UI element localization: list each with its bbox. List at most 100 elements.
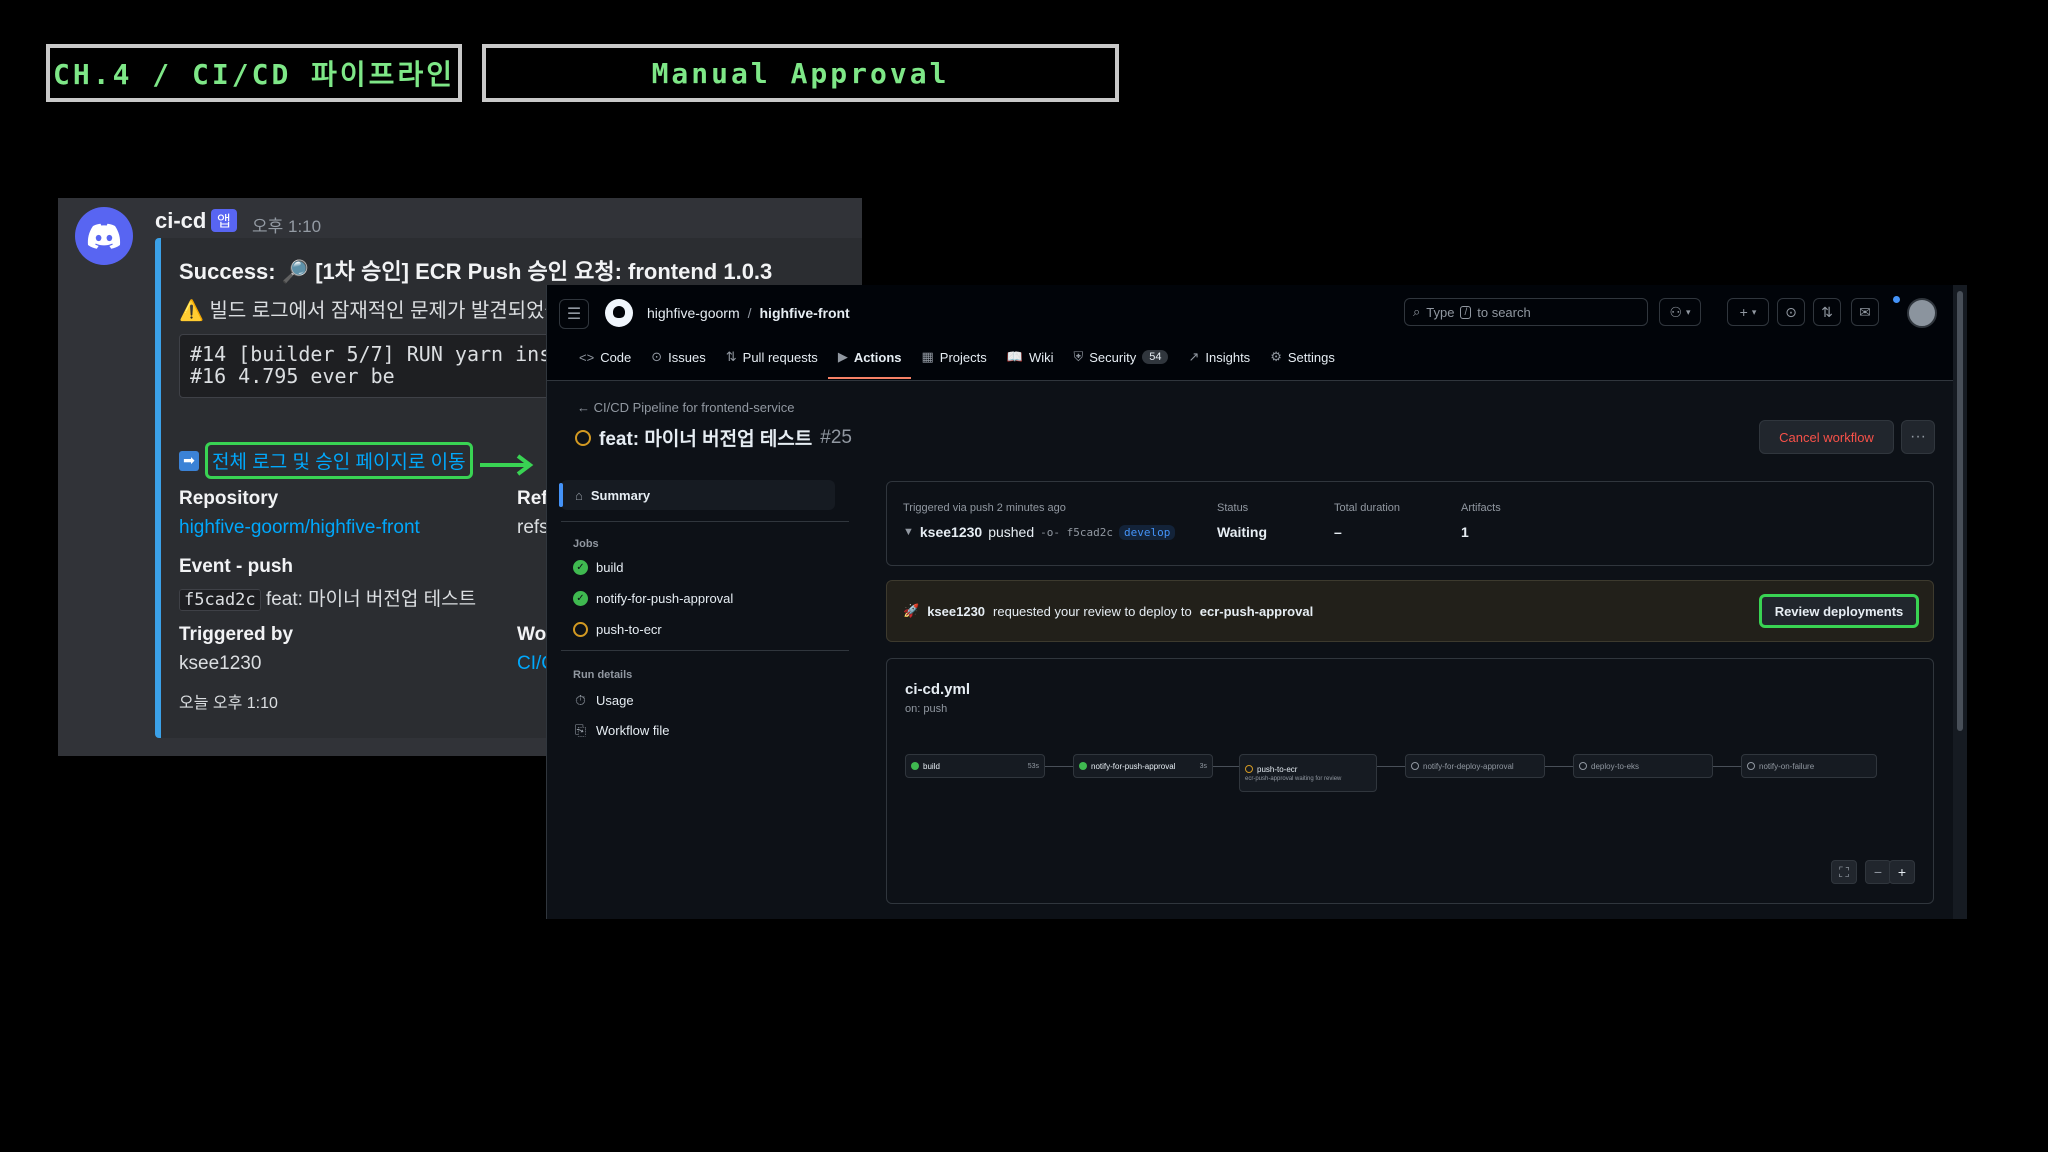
- graph-connector: [1713, 766, 1741, 767]
- search-icon: ⌕: [1413, 304, 1421, 319]
- graph-job-notify-for-deploy-approval[interactable]: notify-for-deploy-approval: [1405, 754, 1545, 778]
- scrollbar-thumb[interactable]: [1957, 291, 1963, 731]
- branch-label[interactable]: develop: [1118, 524, 1176, 540]
- workflow-graph-card: ci-cd.yml on: push build 53s notify-for-p…: [886, 658, 1934, 904]
- warning-icon: ⚠️: [179, 300, 204, 322]
- graph-job-build[interactable]: build 53s: [905, 754, 1045, 778]
- zoom-in-button[interactable]: +: [1889, 860, 1915, 884]
- user-avatar[interactable]: [1907, 298, 1937, 328]
- graph-job-deploy-to-eks[interactable]: deploy-to-eks: [1573, 754, 1713, 778]
- discord-logo-icon: [87, 223, 121, 249]
- user-avatar-small[interactable]: ▼: [903, 526, 914, 538]
- review-deployments-button[interactable]: Review deployments: [1759, 594, 1919, 628]
- copilot-icon: ⚇: [1669, 303, 1683, 320]
- inbox-icon: ✉: [1859, 303, 1871, 320]
- ref-value: refs: [517, 517, 549, 538]
- menu-icon[interactable]: ☰: [559, 299, 589, 329]
- ref-label: Ref: [517, 488, 548, 509]
- gear-icon: ⚙: [1270, 349, 1282, 364]
- actor-link[interactable]: ksee1230: [920, 524, 982, 540]
- copilot-button[interactable]: ⚇ ▾: [1659, 298, 1701, 326]
- kebab-horizontal-icon: ···: [1910, 428, 1926, 445]
- inbox-button[interactable]: ✉: [1851, 298, 1879, 326]
- github-header: ☰ highfive-goorm / highfive-front ⌕ Type / t…: [547, 285, 1953, 381]
- run-title: feat: 마이너 버전업 테스트 #25: [575, 424, 852, 451]
- workflow-back-link[interactable]: ← CI/CD Pipeline for frontend-service: [577, 400, 794, 415]
- graph-job-notify-for-push-approval[interactable]: notify-for-push-approval 3s: [1073, 754, 1213, 778]
- github-actions-window: ☰ highfive-goorm / highfive-front ⌕ Type / t…: [546, 285, 1967, 919]
- sidebar-item-usage[interactable]: ⏱ Usage: [573, 692, 634, 709]
- owner-link[interactable]: highfive-goorm: [647, 305, 740, 321]
- pull-request-icon: ⇅: [1821, 303, 1833, 320]
- tab-issues[interactable]: ⊙ Issues: [641, 335, 715, 379]
- home-icon: ⌂: [575, 487, 583, 503]
- create-new-button[interactable]: + ▾: [1727, 298, 1769, 326]
- rocket-icon: 🚀: [903, 603, 920, 618]
- check-circle-icon: ✓: [573, 591, 588, 606]
- repo-tabs: <> Code ⊙ Issues ⇅ Pull requests ▶ Actions ▦…: [569, 335, 1345, 379]
- commit-sha-link[interactable]: -o- f5cad2c: [1040, 526, 1113, 539]
- sidebar-job-push-to-ecr[interactable]: push-to-ecr: [573, 622, 662, 637]
- issues-button[interactable]: ⊙: [1777, 298, 1805, 326]
- plus-icon: +: [1897, 864, 1907, 880]
- graph-job-notify-on-failure[interactable]: notify-on-failure: [1741, 754, 1877, 778]
- cancel-workflow-button[interactable]: Cancel workflow: [1759, 420, 1894, 454]
- fullscreen-icon: ⛶: [1839, 863, 1849, 880]
- commit-icon: -o-: [1040, 525, 1060, 539]
- repo-breadcrumb: highfive-goorm / highfive-front: [647, 305, 850, 321]
- embed-approval-link[interactable]: ➡ 전체 로그 및 승인 페이지로 이동: [179, 442, 473, 479]
- graph-connector: [1545, 766, 1573, 767]
- event-label: Event - push: [179, 556, 294, 577]
- sidebar-item-workflow-file[interactable]: ⎘ Workflow file: [573, 722, 670, 739]
- pull-requests-button[interactable]: ⇅: [1813, 298, 1841, 326]
- sidebar-item-summary[interactable]: ⌂ Summary: [559, 480, 835, 510]
- repository-link[interactable]: highfive-goorm/highfive-front: [179, 517, 420, 539]
- tab-security[interactable]: ⛨ Security 54: [1063, 335, 1178, 379]
- tab-code[interactable]: <> Code: [569, 335, 641, 379]
- sidebar-job-build[interactable]: ✓ build: [573, 560, 623, 575]
- duration-value: –: [1334, 524, 1342, 540]
- triggered-label: Triggered by: [179, 624, 294, 645]
- repo-link[interactable]: highfive-front: [760, 305, 850, 321]
- tab-pull-requests[interactable]: ⇅ Pull requests: [716, 335, 828, 379]
- discord-avatar[interactable]: [75, 207, 133, 265]
- chevron-down-icon: ▾: [1751, 306, 1757, 317]
- message-author[interactable]: ci-cd: [155, 208, 206, 234]
- clock-icon: [575, 429, 591, 446]
- artifacts-value[interactable]: 1: [1461, 524, 1469, 540]
- repository-label: Repository: [179, 488, 279, 509]
- github-logo-icon[interactable]: [605, 299, 633, 327]
- graph-job-push-to-ecr[interactable]: push-to-ecr ecr-push-approval waiting fo…: [1239, 754, 1377, 792]
- pull-request-icon: ⇅: [725, 349, 737, 364]
- tab-projects[interactable]: ▦ Projects: [911, 335, 996, 379]
- sidebar-job-notify-for-push-approval[interactable]: ✓ notify-for-push-approval: [573, 591, 733, 606]
- fullscreen-button[interactable]: ⛶: [1831, 860, 1857, 884]
- right-arrow-icon: ➡: [179, 450, 199, 471]
- app-badge: 앱: [211, 209, 237, 232]
- issue-icon: ⊙: [651, 349, 663, 364]
- more-options-button[interactable]: ···: [1901, 420, 1935, 454]
- commit-info: f5cad2c feat: 마이너 버전업 테스트: [179, 584, 476, 611]
- topic-tag: Manual Approval: [482, 44, 1119, 102]
- stopwatch-icon: ⏱: [575, 692, 586, 708]
- graph-connector: [1377, 766, 1405, 767]
- graph-connector: [1045, 766, 1073, 767]
- tab-insights[interactable]: ↗ Insights: [1178, 335, 1260, 379]
- review-request-text: 🚀 ksee1230 requested your review to deplo…: [903, 603, 1314, 619]
- commit-sha[interactable]: f5cad2c: [179, 589, 261, 611]
- embed-title: Success: 🔎 [1차 승인] ECR Push 승인 요청: front…: [179, 259, 773, 284]
- workflow-file-name: ci-cd.yml: [905, 681, 971, 698]
- trigger-info: ▼ ksee1230 pushed -o- f5cad2c develop: [903, 524, 1176, 540]
- status-label: Status: [1217, 502, 1249, 514]
- approval-link-text[interactable]: 전체 로그 및 승인 페이지로 이동: [205, 442, 473, 479]
- divider: [561, 650, 849, 651]
- check-circle-icon: ✓: [573, 560, 588, 575]
- circle-icon: [1747, 762, 1755, 770]
- scrollbar[interactable]: [1953, 285, 1967, 919]
- tab-settings[interactable]: ⚙ Settings: [1260, 335, 1345, 379]
- tab-actions[interactable]: ▶ Actions: [827, 335, 912, 379]
- zoom-out-button[interactable]: −: [1865, 860, 1891, 884]
- search-input[interactable]: ⌕ Type / to search: [1404, 298, 1648, 326]
- file-code-icon: ⎘: [574, 722, 587, 738]
- tab-wiki[interactable]: 📖 Wiki: [997, 335, 1064, 379]
